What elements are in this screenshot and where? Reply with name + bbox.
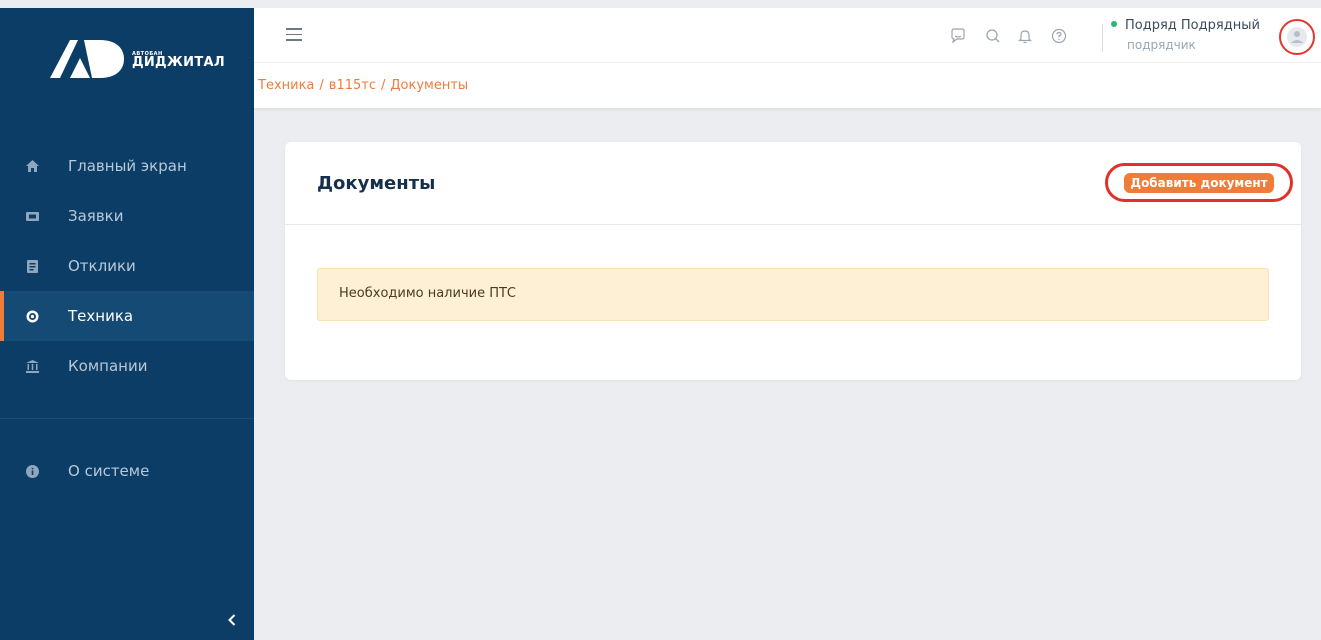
document-icon	[25, 259, 39, 273]
sidebar-item-responses[interactable]: Отклики	[0, 241, 254, 291]
sidebar-item-label: Отклики	[68, 257, 136, 275]
chat-icon[interactable]	[949, 27, 967, 45]
breadcrumb-item-vehicle[interactable]: в115тс	[329, 78, 376, 93]
user-name-block[interactable]: Подряд Подрядный	[1111, 18, 1260, 33]
brand-logo[interactable]: АВТОБАН ДИДЖИТАЛ	[48, 38, 238, 88]
breadcrumb-separator: /	[319, 78, 324, 93]
sidebar-collapse-button[interactable]	[222, 608, 242, 632]
brand-name: ДИДЖИТАЛ	[132, 55, 225, 70]
chevron-left-icon	[228, 614, 236, 626]
page-title: Документы	[317, 173, 436, 194]
sidebar-item-about[interactable]: О системе	[0, 446, 254, 496]
sidebar-item-label: Главный экран	[68, 157, 187, 175]
sidebar-item-companies[interactable]: Компании	[0, 341, 254, 391]
sidebar-item-label: Техника	[68, 307, 134, 325]
user-avatar-icon	[1287, 27, 1307, 47]
sidebar: АВТОБАН ДИДЖИТАЛ Главный экран Заявки От…	[0, 8, 254, 640]
breadcrumb-item-documents[interactable]: Документы	[390, 78, 468, 93]
breadcrumb-item-machinery[interactable]: Техника	[258, 78, 314, 93]
ticket-icon	[25, 209, 39, 223]
bell-icon[interactable]	[1016, 27, 1034, 45]
documents-card: Документы Добавить документ Необходимо н…	[285, 142, 1301, 380]
user-name: Подряд Подрядный	[1125, 18, 1260, 33]
search-icon[interactable]	[984, 27, 1002, 45]
sidebar-item-label: Компании	[68, 357, 148, 375]
sidebar-divider	[0, 418, 254, 419]
menu-toggle-icon[interactable]	[286, 28, 302, 41]
sidebar-item-machinery[interactable]: Техника	[0, 291, 254, 341]
sidebar-item-home[interactable]: Главный экран	[0, 141, 254, 191]
home-icon	[25, 159, 39, 173]
add-document-button[interactable]: Добавить документ	[1105, 163, 1293, 202]
sidebar-item-label: О системе	[68, 462, 150, 480]
sidebar-item-label: Заявки	[68, 207, 124, 225]
warning-alert: Необходимо наличие ПТС	[317, 268, 1269, 321]
help-icon[interactable]	[1050, 27, 1068, 45]
logo-mark-icon	[50, 40, 124, 78]
wheel-icon	[25, 309, 39, 323]
user-role: подрядчик	[1127, 38, 1196, 52]
card-header: Документы Добавить документ	[285, 142, 1301, 225]
bank-icon	[25, 359, 39, 373]
alert-text: Необходимо наличие ПТС	[339, 286, 516, 301]
avatar[interactable]	[1279, 19, 1315, 55]
breadcrumb: Техника / в115тс / Документы	[258, 78, 468, 93]
top-bar: Подряд Подрядный подрядчик	[254, 8, 1321, 62]
sidebar-item-requests[interactable]: Заявки	[0, 191, 254, 241]
sidebar-nav: Главный экран Заявки Отклики Техника Ком…	[0, 141, 254, 391]
breadcrumb-bar: Техника / в115тс / Документы	[254, 62, 1321, 108]
info-icon	[25, 464, 39, 478]
online-status-icon	[1111, 20, 1117, 27]
breadcrumb-separator: /	[381, 78, 386, 93]
add-document-label: Добавить документ	[1124, 172, 1274, 193]
header-divider	[1102, 24, 1103, 52]
